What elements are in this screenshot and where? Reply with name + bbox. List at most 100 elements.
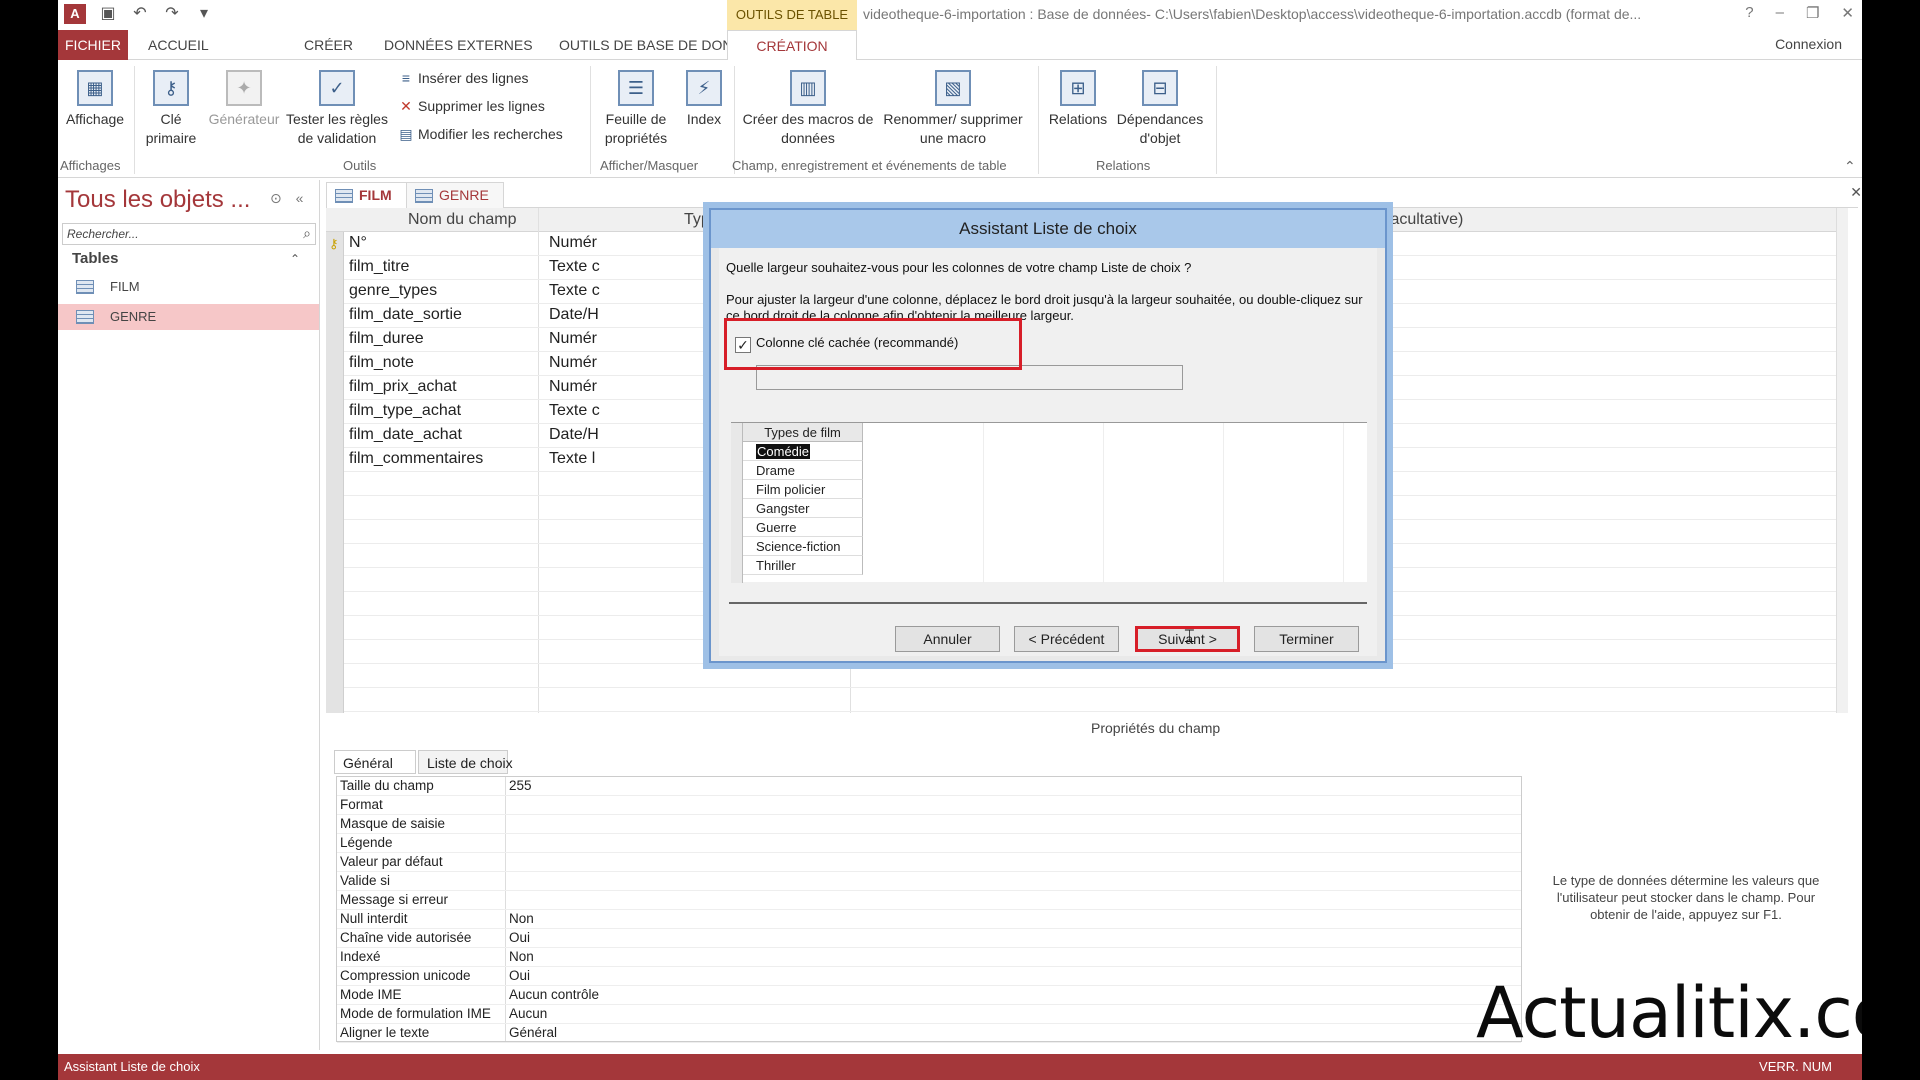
property-value[interactable]: Oui bbox=[509, 968, 530, 983]
tab-home[interactable]: ACCUEIL bbox=[142, 30, 215, 60]
nav-item-film[interactable]: FILM bbox=[58, 274, 319, 300]
close-icon[interactable]: ✕ bbox=[1841, 4, 1854, 22]
primary-key-button[interactable]: ⚷ Clé primaire bbox=[140, 70, 202, 148]
data-type-cell[interactable]: Texte c bbox=[549, 282, 600, 300]
field-name-cell[interactable]: film_duree bbox=[349, 330, 424, 348]
collapse-pane-icon[interactable]: « bbox=[296, 190, 304, 206]
property-row[interactable]: Chaîne vide autorisée Oui bbox=[337, 929, 1521, 948]
nav-search-input[interactable]: Rechercher... ⌕ bbox=[62, 223, 316, 245]
preview-column-header[interactable]: Types de film bbox=[743, 423, 863, 442]
sign-in-link[interactable]: Connexion bbox=[1775, 36, 1842, 52]
property-value[interactable]: Aucun contrôle bbox=[509, 987, 599, 1002]
field-name-cell[interactable]: film_date_sortie bbox=[349, 306, 462, 324]
field-name-cell[interactable]: film_note bbox=[349, 354, 414, 372]
property-value[interactable]: Aucun bbox=[509, 1006, 547, 1021]
property-row[interactable]: Taille du champ 255 bbox=[337, 777, 1521, 796]
data-type-cell[interactable]: Texte l bbox=[549, 450, 595, 468]
finish-button[interactable]: Terminer bbox=[1254, 626, 1359, 652]
list-item[interactable]: Drame bbox=[743, 461, 863, 480]
search-icon[interactable]: ⌕ bbox=[303, 225, 311, 242]
restore-icon[interactable]: ❐ bbox=[1806, 4, 1819, 22]
property-value[interactable]: Oui bbox=[509, 930, 530, 945]
property-row[interactable]: Mode IME Aucun contrôle bbox=[337, 986, 1521, 1005]
minimize-icon[interactable]: – bbox=[1776, 4, 1784, 22]
indexes-button[interactable]: ⚡ Index bbox=[676, 70, 732, 129]
close-document-icon[interactable]: ✕ bbox=[1850, 184, 1862, 201]
property-value[interactable]: Général bbox=[509, 1025, 557, 1040]
nav-item-genre[interactable]: GENRE bbox=[58, 304, 319, 330]
row-selector-column[interactable]: ⚷ bbox=[326, 232, 344, 713]
property-sheet-button[interactable]: ☰ Feuille de propriétés bbox=[596, 70, 676, 148]
undo-icon[interactable]: ↶ bbox=[130, 4, 150, 24]
property-row[interactable]: Compression unicode Oui bbox=[337, 967, 1521, 986]
data-type-cell[interactable]: Texte c bbox=[549, 402, 600, 420]
field-name-cell[interactable]: film_commentaires bbox=[349, 450, 483, 468]
tab-general[interactable]: Général bbox=[334, 750, 416, 774]
doc-tab-genre[interactable]: GENRE bbox=[406, 182, 504, 208]
data-type-cell[interactable]: Date/H bbox=[549, 426, 599, 444]
collapse-ribbon-icon[interactable]: ⌃ bbox=[1844, 158, 1856, 175]
property-row[interactable]: Valeur par défaut bbox=[337, 853, 1521, 872]
previous-button[interactable]: < Précédent bbox=[1014, 626, 1119, 652]
data-type-cell[interactable]: Numér bbox=[549, 378, 597, 396]
nav-pane-title[interactable]: Tous les objets ... bbox=[65, 186, 250, 214]
column-width-preview[interactable]: Types de film Comédie Drame Film policier G… bbox=[731, 422, 1367, 583]
tab-lookup[interactable]: Liste de choix bbox=[418, 750, 513, 774]
hidden-key-checkbox-label[interactable]: Colonne clé cachée (recommandé) bbox=[756, 335, 958, 350]
object-dependencies-button[interactable]: ⊟ Dépendances d'objet bbox=[1110, 70, 1210, 148]
list-item[interactable]: Science-fiction bbox=[743, 537, 863, 556]
test-validation-rules-button[interactable]: ✓ Tester les règles de validation bbox=[284, 70, 390, 148]
data-type-cell[interactable]: Date/H bbox=[549, 306, 599, 324]
doc-tab-film[interactable]: FILM bbox=[326, 182, 407, 208]
nav-menu-chevron-icon[interactable]: ⊙ bbox=[270, 190, 282, 206]
list-item[interactable]: Gangster bbox=[743, 499, 863, 518]
nav-group-tables[interactable]: Tables bbox=[72, 250, 118, 267]
delete-rows-button[interactable]: ✕ Supprimer les lignes bbox=[398, 98, 545, 115]
data-type-cell[interactable]: Numér bbox=[549, 234, 597, 252]
list-item[interactable]: Guerre bbox=[743, 518, 863, 537]
tab-external-data[interactable]: DONNÉES EXTERNES bbox=[378, 30, 539, 60]
help-icon[interactable]: ? bbox=[1745, 4, 1753, 22]
list-item[interactable]: Comédie bbox=[743, 442, 863, 461]
property-value[interactable]: Non bbox=[509, 911, 534, 926]
field-name-cell[interactable]: film_titre bbox=[349, 258, 409, 276]
vertical-scrollbar[interactable] bbox=[1836, 208, 1848, 713]
property-row[interactable]: Indexé Non bbox=[337, 948, 1521, 967]
field-name-cell[interactable]: film_prix_achat bbox=[349, 378, 457, 396]
property-row[interactable]: Format bbox=[337, 796, 1521, 815]
customize-qat-icon[interactable]: ▾ bbox=[194, 4, 214, 24]
property-row[interactable]: Null interdit Non bbox=[337, 910, 1521, 929]
field-name-cell[interactable]: film_type_achat bbox=[349, 402, 461, 420]
field-name-cell[interactable]: genre_types bbox=[349, 282, 437, 300]
tab-design[interactable]: CRÉATION bbox=[727, 30, 857, 61]
create-data-macros-button[interactable]: ▥ Créer des macros de données bbox=[738, 70, 878, 148]
relationships-button[interactable]: ⊞ Relations bbox=[1044, 70, 1112, 129]
builder-button[interactable]: ✦ Générateur bbox=[204, 70, 284, 129]
tab-file[interactable]: FICHIER bbox=[58, 30, 128, 60]
field-name-cell[interactable]: N° bbox=[349, 234, 367, 252]
view-button[interactable]: ▦ Affichage bbox=[58, 70, 132, 129]
cancel-button[interactable]: Annuler bbox=[895, 626, 1000, 652]
insert-rows-button[interactable]: ≡ Insérer des lignes bbox=[398, 70, 529, 86]
redo-icon[interactable]: ↷ bbox=[162, 4, 182, 24]
data-type-cell[interactable]: Numér bbox=[549, 354, 597, 372]
modify-lookups-button[interactable]: ▤ Modifier les recherches bbox=[398, 126, 562, 143]
empty-row[interactable] bbox=[344, 688, 1848, 712]
property-row[interactable]: Aligner le texte Général bbox=[337, 1024, 1521, 1043]
property-value[interactable]: 255 bbox=[509, 778, 532, 793]
list-item[interactable]: Film policier bbox=[743, 480, 863, 499]
collapse-group-icon[interactable]: ⌃ bbox=[290, 252, 300, 266]
rename-delete-macro-button[interactable]: ▧ Renommer/ supprimer une macro bbox=[878, 70, 1028, 148]
hidden-key-checkbox[interactable]: ✓ bbox=[735, 337, 751, 353]
property-row[interactable]: Masque de saisie bbox=[337, 815, 1521, 834]
data-type-cell[interactable]: Texte c bbox=[549, 258, 600, 276]
property-row[interactable]: Valide si bbox=[337, 872, 1521, 891]
property-row[interactable]: Mode de formulation IME Aucun bbox=[337, 1005, 1521, 1024]
property-value[interactable]: Non bbox=[509, 949, 534, 964]
save-icon[interactable]: ▣ bbox=[98, 4, 118, 24]
list-item[interactable]: Thriller bbox=[743, 556, 863, 575]
property-row[interactable]: Message si erreur bbox=[337, 891, 1521, 910]
property-row[interactable]: Légende bbox=[337, 834, 1521, 853]
empty-row[interactable] bbox=[344, 664, 1848, 688]
tab-create[interactable]: CRÉER bbox=[298, 30, 359, 60]
